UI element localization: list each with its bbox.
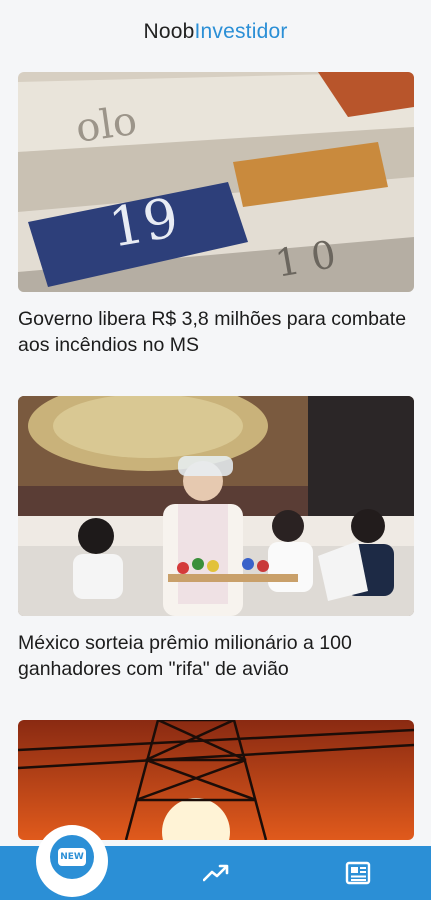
- svg-text:olo: olo: [73, 98, 140, 152]
- news-feed[interactable]: 19 olo 1 0 Governo libera R$ 3,8 milhões…: [18, 72, 414, 878]
- app-header: Noob Investidor: [0, 0, 431, 64]
- nav-item-trending[interactable]: [201, 858, 231, 888]
- lottery-photo: [18, 396, 414, 616]
- trending-up-icon: [203, 864, 229, 882]
- newspaper-photo: 19 olo 1 0: [18, 72, 414, 292]
- nav-item-new[interactable]: NEW: [50, 835, 94, 879]
- new-icon: NEW: [58, 848, 86, 866]
- news-thumbnail[interactable]: 19 olo 1 0: [18, 72, 414, 292]
- newspaper-icon: [345, 861, 371, 885]
- news-headline[interactable]: Governo libera R$ 3,8 milhões para comba…: [18, 306, 414, 358]
- news-thumbnail[interactable]: [18, 396, 414, 616]
- news-thumbnail[interactable]: [18, 720, 414, 840]
- brand-name-part1: Noob: [143, 20, 195, 43]
- brand-name-part2: Investidor: [194, 20, 288, 43]
- news-card[interactable]: 19 olo 1 0 Governo libera R$ 3,8 milhões…: [18, 72, 414, 358]
- power-tower-photo: [18, 720, 414, 840]
- nav-item-news[interactable]: [343, 858, 373, 888]
- svg-text:19: 19: [104, 186, 183, 260]
- news-headline[interactable]: México sorteia prêmio milionário a 100 g…: [18, 630, 414, 682]
- news-card[interactable]: [18, 720, 414, 840]
- news-card[interactable]: México sorteia prêmio milionário a 100 g…: [18, 396, 414, 682]
